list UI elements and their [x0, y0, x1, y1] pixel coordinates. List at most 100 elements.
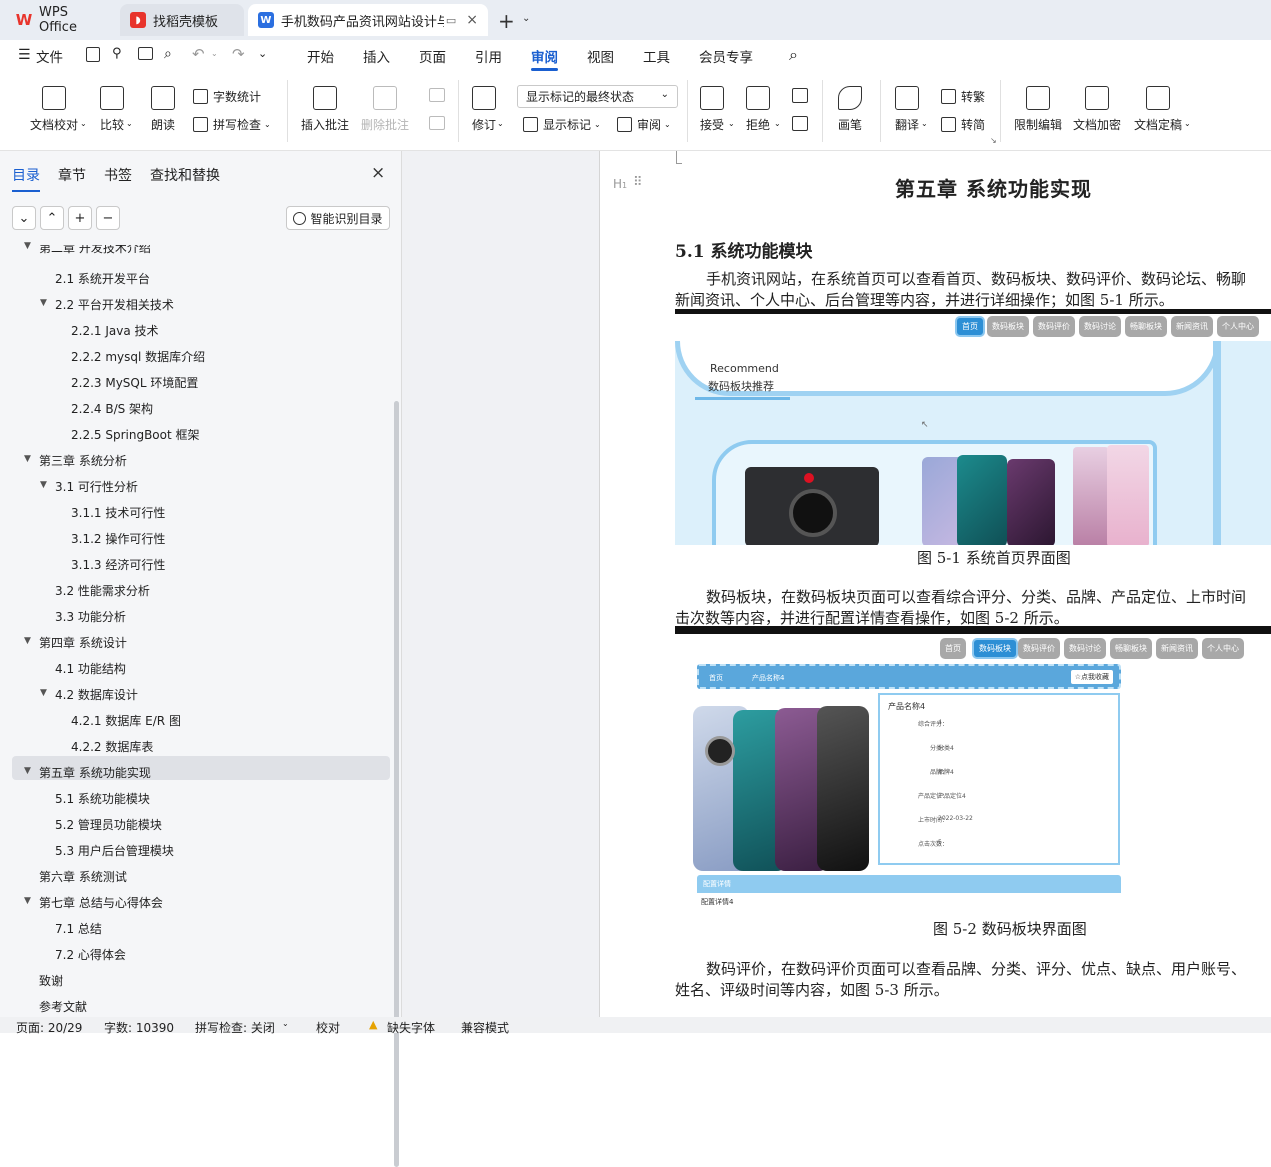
dialog-launcher-icon[interactable]: ↘: [990, 136, 997, 145]
tab-document[interactable]: W 手机数码产品资讯网站设计与 ▭ ×: [248, 4, 488, 36]
toc-scrollbar[interactable]: [394, 401, 399, 1167]
favorite-button[interactable]: ☆点我收藏: [1070, 670, 1113, 684]
hamburger-icon[interactable]: ☰: [18, 47, 31, 63]
toc-item[interactable]: 2.2.1 Java 技术: [71, 322, 159, 339]
expand-triangle-icon[interactable]: ▼: [40, 298, 47, 308]
delete-comment-button[interactable]: 删除批注: [361, 86, 409, 133]
reject-dropdown-icon[interactable]: ⌄: [774, 119, 781, 128]
nav-tab-bookmarks[interactable]: 书签: [104, 165, 132, 185]
figure-5-1-screenshot[interactable]: 首页 数码板块 数码评价 数码讨论 畅聊板块 新闻资讯 个人中心 Recommend 数码板…: [675, 309, 1271, 545]
accept-dropdown-icon[interactable]: ⌄: [728, 119, 735, 128]
menu-tools[interactable]: 工具: [643, 46, 670, 66]
undo-icon[interactable]: ↶: [192, 45, 205, 63]
add-heading-button[interactable]: +: [68, 206, 92, 230]
save-icon[interactable]: [86, 47, 100, 62]
doc-check-button[interactable]: 文档校对: [30, 86, 78, 133]
heading-style-icon[interactable]: H1: [613, 177, 627, 191]
monitor-icon[interactable]: ▭: [446, 14, 456, 27]
toc-item[interactable]: 第七章 总结与心得体会: [39, 894, 163, 911]
close-tab-icon[interactable]: ×: [466, 12, 478, 28]
spell-check-dropdown-icon[interactable]: ⌄: [264, 120, 271, 129]
toc-item[interactable]: 7.1 总结: [55, 920, 102, 937]
toc-item[interactable]: 4.1 功能结构: [55, 660, 126, 677]
tab-docer-templates[interactable]: ◗ 找稻壳模板: [120, 4, 244, 36]
pen-button[interactable]: 画笔: [838, 86, 862, 133]
print-preview-icon[interactable]: ⌕: [164, 46, 172, 62]
close-pane-icon[interactable]: ×: [371, 163, 385, 183]
remove-heading-button[interactable]: −: [96, 206, 120, 230]
translate-dropdown-icon[interactable]: ⌄: [921, 119, 928, 128]
spell-check-button[interactable]: 拼写检查 ⌄: [193, 116, 271, 133]
toc-item[interactable]: 3.2 性能需求分析: [55, 582, 150, 599]
undo-dropdown-icon[interactable]: ⌄: [211, 49, 218, 58]
toc-item[interactable]: 2.2.2 mysql 数据库介绍: [71, 348, 205, 365]
doc-check-dropdown-icon[interactable]: ⌄: [80, 119, 87, 128]
toc-item[interactable]: 3.1.1 技术可行性: [71, 504, 165, 521]
menu-insert[interactable]: 插入: [363, 46, 390, 66]
spell-status-chevron-icon[interactable]: ⌄: [282, 1019, 289, 1028]
menu-references[interactable]: 引用: [475, 46, 502, 66]
quick-access-more-icon[interactable]: ⌄: [258, 47, 267, 60]
missing-font-status[interactable]: 缺失字体: [387, 1019, 435, 1036]
toc-item[interactable]: 2.2.3 MySQL 环境配置: [71, 374, 198, 391]
page-indicator[interactable]: 页面: 20/29: [16, 1019, 82, 1036]
toc-item[interactable]: 4.2.2 数据库表: [71, 738, 153, 755]
toc-item[interactable]: 2.2.5 SpringBoot 框架: [71, 426, 200, 443]
toc-item[interactable]: 4.2.1 数据库 E/R 图: [71, 712, 181, 729]
tab-wps-office[interactable]: W WPS Office: [6, 4, 116, 36]
toc-item[interactable]: 7.2 心得体会: [55, 946, 126, 963]
toc-item[interactable]: 5.1 系统功能模块: [55, 790, 150, 807]
toc-item[interactable]: 2.2 平台开发相关技术: [55, 296, 174, 313]
next-comment-icon[interactable]: [429, 116, 445, 130]
share-link-icon[interactable]: ⚲: [112, 46, 122, 61]
show-markup-button[interactable]: 显示标记 ⌄: [523, 116, 601, 133]
to-traditional-button[interactable]: 转繁: [941, 88, 985, 105]
restrict-edit-button[interactable]: 限制编辑: [1014, 86, 1062, 133]
prev-revision-icon[interactable]: [792, 88, 808, 103]
expand-triangle-icon[interactable]: ▼: [40, 480, 47, 490]
print-icon[interactable]: [138, 47, 153, 60]
toc-item[interactable]: 3.3 功能分析: [55, 608, 126, 625]
toc-item[interactable]: 5.2 管理员功能模块: [55, 816, 162, 833]
markup-state-select[interactable]: 显示标记的最终状态 ⌄: [517, 85, 678, 108]
document-page[interactable]: H1 ⠿ 第五章 系统功能实现 5.1 系统功能模块 手机资讯网站，在系统首页可…: [599, 151, 1271, 1017]
toc-item[interactable]: 第二章 开发技术介绍: [39, 245, 151, 256]
revise-button[interactable]: 修订: [472, 86, 496, 133]
expand-triangle-icon[interactable]: ▼: [24, 454, 31, 464]
translate-button[interactable]: 翻译: [895, 86, 919, 133]
menu-file[interactable]: 文件: [36, 46, 63, 66]
menu-page[interactable]: 页面: [419, 46, 446, 66]
revise-dropdown-icon[interactable]: ⌄: [497, 119, 504, 128]
collapse-all-button[interactable]: ⌄: [12, 206, 36, 230]
toc-item[interactable]: 2.2.4 B/S 架构: [71, 400, 153, 417]
expand-triangle-icon[interactable]: ▼: [24, 241, 31, 251]
insert-comment-button[interactable]: 插入批注: [301, 86, 349, 133]
drag-handle-icon[interactable]: ⠿: [633, 175, 642, 190]
menu-review[interactable]: 审阅: [531, 46, 558, 71]
redo-icon[interactable]: ↷: [232, 45, 245, 63]
next-revision-icon[interactable]: [792, 116, 808, 131]
figure-5-2-screenshot[interactable]: 首页 数码板块 数码评价 数码讨论 畅聊板块 新闻资讯 个人中心 首页 产品名称4 ☆点我收…: [675, 626, 1271, 917]
tab-list-chevron-icon[interactable]: ⌄: [522, 13, 530, 24]
compare-dropdown-icon[interactable]: ⌄: [126, 119, 133, 128]
accept-button[interactable]: 接受: [700, 86, 724, 133]
toc-item[interactable]: 参考文献: [39, 998, 87, 1015]
toc-item[interactable]: 3.1.3 经济可行性: [71, 556, 165, 573]
toc-item[interactable]: 第四章 系统设计: [39, 634, 127, 651]
new-tab-button[interactable]: +: [498, 9, 515, 33]
encrypt-button[interactable]: 文档加密: [1073, 86, 1121, 133]
expand-triangle-icon[interactable]: ▼: [24, 896, 31, 906]
menu-view[interactable]: 视图: [587, 46, 614, 66]
compare-button[interactable]: 比较: [100, 86, 124, 133]
finalize-button[interactable]: 文档定稿: [1134, 86, 1182, 133]
proof-status[interactable]: 校对: [316, 1019, 340, 1036]
review-pane-button[interactable]: 审阅 ⌄: [617, 116, 671, 133]
finalize-dropdown-icon[interactable]: ⌄: [1184, 119, 1191, 128]
prev-comment-icon[interactable]: [429, 88, 445, 102]
show-markup-dropdown-icon[interactable]: ⌄: [594, 120, 601, 129]
read-aloud-button[interactable]: 朗读: [151, 86, 175, 133]
nav-tab-find-replace[interactable]: 查找和替换: [150, 165, 220, 185]
toc-item[interactable]: 第五章 系统功能实现: [39, 764, 151, 781]
toc-item[interactable]: 第六章 系统测试: [39, 868, 127, 885]
menu-member[interactable]: 会员专享: [699, 46, 753, 66]
